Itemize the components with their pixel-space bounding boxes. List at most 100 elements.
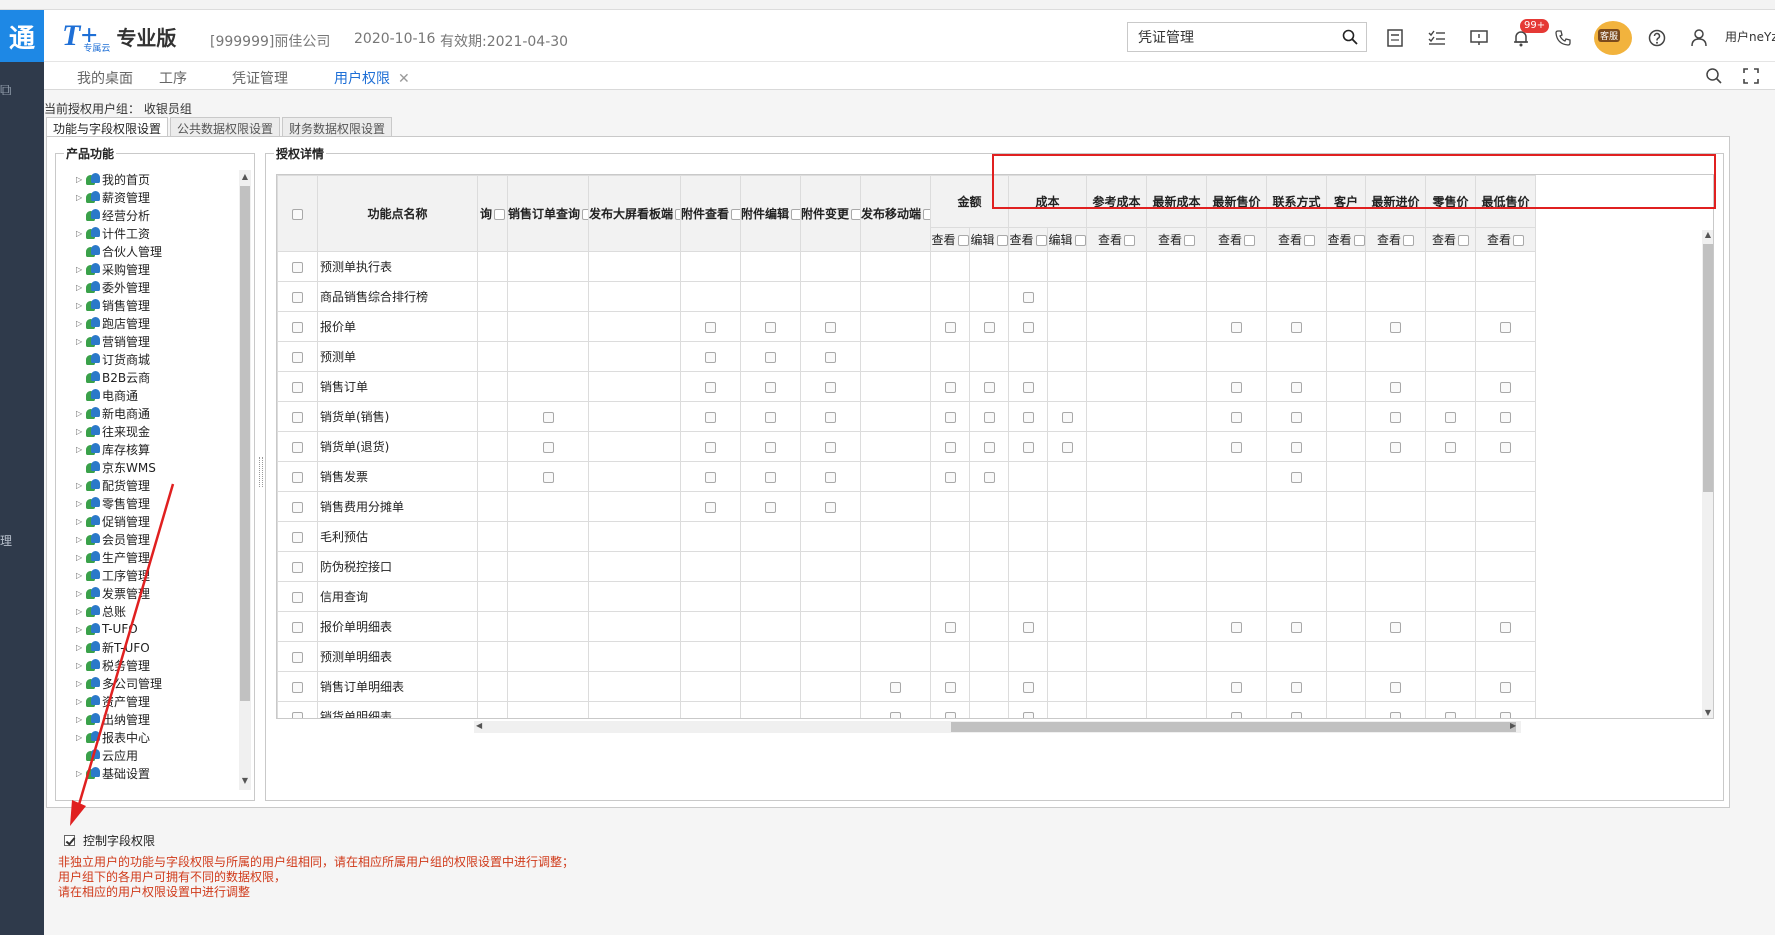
tree-item[interactable]: ▷ 报表中心 [76,728,236,746]
sub-column-header[interactable]: 查看 [930,227,970,252]
permission-cell[interactable] [930,701,970,718]
tree-item[interactable]: ▷ 销售管理 [76,296,236,314]
permission-cell[interactable] [969,371,1009,402]
table-row[interactable]: 销售订单明细表 [277,671,1536,702]
control-field-permission[interactable]: 控制字段权限 [64,832,155,849]
table-row[interactable]: 销货单(销售) [277,401,1536,432]
permission-checkbox[interactable] [825,321,836,333]
tree-item[interactable]: 电商通 [76,386,236,404]
tree-item[interactable]: ▷ 库存核算 [76,440,236,458]
permission-checkbox[interactable] [542,441,554,453]
expand-arrow-icon[interactable]: ▷ [76,175,86,184]
table-row[interactable]: 销货单明细表 [277,701,1536,718]
row-checkbox[interactable] [292,651,303,663]
permission-cell[interactable] [800,341,861,372]
scroll-down-icon[interactable]: ▼ [1702,708,1713,717]
row-checkbox[interactable] [292,321,303,333]
permission-cell[interactable] [800,491,861,522]
permission-checkbox[interactable] [765,471,776,483]
permission-cell[interactable] [1425,431,1476,462]
row-select-cell[interactable] [277,401,318,432]
permission-checkbox[interactable] [1022,291,1034,303]
permission-cell[interactable] [1475,431,1536,462]
expand-arrow-icon[interactable]: ▷ [76,679,86,688]
permission-cell[interactable] [800,311,861,342]
table-row[interactable]: 销售费用分摊单 [277,491,1536,522]
expand-arrow-icon[interactable]: ▷ [76,769,86,778]
column-header[interactable]: 附件查看 [680,175,741,252]
column-checkbox[interactable] [582,209,588,220]
permission-checkbox[interactable] [705,381,716,393]
expand-arrow-icon[interactable]: ▷ [76,553,86,562]
permission-cell[interactable] [860,671,931,702]
tab-desktop[interactable]: 我的桌面 [77,68,133,88]
row-checkbox[interactable] [292,501,303,513]
sub-column-header[interactable]: 编辑 [1047,227,1087,252]
permission-checkbox[interactable] [983,381,995,393]
scroll-right-icon[interactable]: ▶ [1510,721,1516,730]
screen-message-icon[interactable] [1468,27,1490,49]
row-select-cell[interactable] [277,521,318,552]
close-icon[interactable]: ✕ [398,71,410,87]
column-header[interactable]: 发布大屏看板端 [588,175,681,252]
permission-checkbox[interactable] [1022,381,1034,393]
permission-checkbox[interactable] [983,321,995,333]
permission-cell[interactable] [1266,371,1327,402]
table-row[interactable]: 商品销售综合排行榜 [277,281,1536,312]
row-checkbox[interactable] [292,471,303,483]
tree-scrollbar[interactable]: ▲ ▼ [239,170,251,790]
row-select-cell[interactable] [277,671,318,702]
permission-checkbox[interactable] [1022,621,1034,633]
scroll-left-icon[interactable]: ◀ [476,721,482,730]
tree-item[interactable]: ▷ 新电商通 [76,404,236,422]
grid-vscroll-thumb[interactable] [1703,244,1713,492]
expand-arrow-icon[interactable]: ▷ [76,607,86,616]
tree-item[interactable]: ▷ 总账 [76,602,236,620]
permission-cell[interactable] [680,491,741,522]
tree-item[interactable]: ▷ 会员管理 [76,530,236,548]
row-select-cell[interactable] [277,311,318,342]
column-checkbox[interactable] [996,235,1008,246]
permission-cell[interactable] [930,371,970,402]
permission-cell[interactable] [1425,401,1476,432]
permission-checkbox[interactable] [1500,621,1511,633]
permission-checkbox[interactable] [1291,711,1302,718]
permission-cell[interactable] [969,431,1009,462]
permission-checkbox[interactable] [705,321,716,333]
permission-cell[interactable] [1206,701,1267,718]
tree-item[interactable]: ▷ 发票管理 [76,584,236,602]
table-row[interactable]: 销货单(退货) [277,431,1536,462]
expand-arrow-icon[interactable]: ▷ [76,643,86,652]
row-select-cell[interactable] [277,251,318,282]
permission-cell[interactable] [1008,431,1048,462]
tree-scroll-thumb[interactable] [240,186,250,701]
search-box[interactable] [1127,22,1367,52]
row-select-cell[interactable] [277,461,318,492]
tree-item[interactable]: ▷ 配货管理 [76,476,236,494]
permission-checkbox[interactable] [1500,411,1511,423]
tree-item[interactable]: ▷ 基础设置 [76,764,236,782]
expand-arrow-icon[interactable]: ▷ [76,301,86,310]
row-select-cell[interactable] [277,611,318,642]
fullscreen-icon[interactable] [1742,67,1760,85]
permission-checkbox[interactable] [1390,321,1401,333]
permission-cell[interactable] [800,401,861,432]
permission-checkbox[interactable] [983,471,995,483]
column-checkbox[interactable] [1458,235,1469,246]
expand-arrow-icon[interactable]: ▷ [76,445,86,454]
permission-cell[interactable] [1475,611,1536,642]
permission-checkbox[interactable] [1231,441,1242,453]
permission-checkbox[interactable] [1291,411,1302,423]
permission-cell[interactable] [680,401,741,432]
permission-checkbox[interactable] [1500,681,1511,693]
permission-checkbox[interactable] [983,441,995,453]
tree-item[interactable]: 经营分析 [76,206,236,224]
permission-checkbox[interactable] [1390,441,1401,453]
sub-column-header[interactable]: 查看 [1206,227,1267,252]
user-icon[interactable] [1688,27,1710,49]
permission-checkbox[interactable] [542,411,554,423]
column-checkbox[interactable] [1124,235,1135,246]
permission-checkbox[interactable] [1500,441,1511,453]
table-row[interactable]: 预测单执行表 [277,251,1536,282]
permission-cell[interactable] [1365,611,1426,642]
